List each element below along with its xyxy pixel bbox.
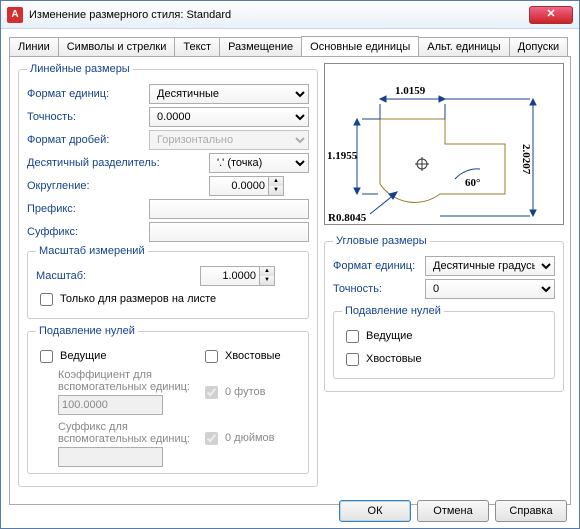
- cancel-button[interactable]: Отмена: [417, 500, 489, 522]
- spin-up-icon[interactable]: ▲: [269, 177, 283, 186]
- select-fraction-format: Горизонтально: [149, 130, 309, 150]
- label-ang-trailing: Хвостовые: [366, 353, 422, 365]
- tab-bar: Линии Символы и стрелки Текст Размещение…: [9, 37, 571, 56]
- input-suffix[interactable]: [149, 222, 309, 242]
- tab-text[interactable]: Текст: [174, 37, 220, 56]
- group-zero-suppress: Подавление нулей Ведущие Коэффициент для…: [27, 325, 309, 474]
- tab-tolerances[interactable]: Допуски: [509, 37, 568, 56]
- input-prefix[interactable]: [149, 199, 309, 219]
- checkbox-inches: [205, 432, 218, 445]
- tab-lines[interactable]: Линии: [9, 37, 59, 56]
- select-ang-format[interactable]: Десятичные градусы: [425, 256, 555, 276]
- checkbox-leading[interactable]: [40, 350, 53, 363]
- select-unit-format[interactable]: Десятичные: [149, 84, 309, 104]
- legend-scale: Масштаб измерений: [36, 245, 148, 257]
- label-precision: Точность:: [27, 111, 149, 123]
- label-decsep: Десятичный разделитель:: [27, 157, 209, 169]
- input-round[interactable]: [209, 176, 269, 196]
- select-precision[interactable]: 0.0000: [149, 107, 309, 127]
- tab-content: Линейные размеры Формат единиц: Десятичн…: [9, 56, 571, 505]
- label-ang-format: Формат единиц:: [333, 260, 425, 272]
- preview-dim-4: 60°: [465, 177, 480, 189]
- checkbox-layout-only[interactable]: [40, 293, 53, 306]
- input-subunit-suffix: [58, 447, 163, 467]
- label-leading: Ведущие: [60, 350, 106, 362]
- group-ang-zeros: Подавление нулей Ведущие Хвостовые: [333, 305, 555, 379]
- close-button[interactable]: ✕: [529, 6, 573, 24]
- label-subunit-coef: Коэффициент для вспомогательных единиц:: [58, 369, 191, 393]
- titlebar: A Изменение размерного стиля: Standard ✕: [1, 1, 579, 29]
- input-scale[interactable]: [200, 266, 260, 286]
- label-layout-only: Только для размеров на листе: [60, 293, 216, 305]
- label-round: Округление:: [27, 180, 209, 192]
- label-scale: Масштаб:: [36, 270, 200, 282]
- legend-angular: Угловые размеры: [333, 235, 430, 247]
- checkbox-feet: [205, 386, 218, 399]
- checkbox-ang-trailing[interactable]: [346, 353, 359, 366]
- label-frac: Формат дробей:: [27, 134, 149, 146]
- legend-linear: Линейные размеры: [27, 63, 133, 75]
- dialog-window: A Изменение размерного стиля: Standard ✕…: [0, 0, 580, 529]
- label-suffix: Суффикс:: [27, 226, 149, 238]
- ok-button[interactable]: ОК: [339, 500, 411, 522]
- window-title: Изменение размерного стиля: Standard: [29, 9, 529, 21]
- preview-dim-3: 2.0207: [520, 144, 532, 175]
- dimension-preview: 1.0159 1.1955 2.0207 60° R0.8045: [324, 63, 564, 225]
- group-scale: Масштаб измерений Масштаб: ▲▼ Только для…: [27, 245, 309, 319]
- checkbox-ang-leading[interactable]: [346, 330, 359, 343]
- preview-dim-1: 1.0159: [395, 85, 426, 97]
- spin-up-icon[interactable]: ▲: [260, 267, 274, 276]
- label-ang-leading: Ведущие: [366, 330, 412, 342]
- label-prefix: Префикс:: [27, 203, 149, 215]
- group-angular: Угловые размеры Формат единиц: Десятичны…: [324, 235, 564, 392]
- preview-dim-5: R0.8045: [328, 212, 367, 224]
- legend-ang-zeros: Подавление нулей: [342, 305, 444, 317]
- label-ang-precision: Точность:: [333, 283, 425, 295]
- label-subunit-suffix: Суффикс для вспомогательных единиц:: [58, 421, 191, 445]
- app-icon: A: [7, 7, 23, 23]
- label-format: Формат единиц:: [27, 88, 149, 100]
- preview-dim-2: 1.1955: [327, 150, 358, 162]
- preview-svg: 1.0159 1.1955 2.0207 60° R0.8045: [325, 64, 563, 224]
- help-button[interactable]: Справка: [495, 500, 567, 522]
- tab-symbols[interactable]: Символы и стрелки: [58, 37, 176, 56]
- tab-alt-units[interactable]: Альт. единицы: [418, 37, 509, 56]
- input-subunit-coef: [58, 395, 163, 415]
- spinner-scale[interactable]: ▲▼: [200, 266, 275, 286]
- legend-zeros: Подавление нулей: [36, 325, 138, 337]
- dialog-footer: ОК Отмена Справка: [339, 500, 567, 522]
- select-ang-precision[interactable]: 0: [425, 279, 555, 299]
- spinner-round[interactable]: ▲▼: [209, 176, 284, 196]
- select-decimal-separator[interactable]: '.' (точка): [209, 153, 309, 173]
- label-inches: 0 дюймов: [225, 432, 275, 444]
- spin-down-icon[interactable]: ▼: [260, 276, 274, 285]
- spin-down-icon[interactable]: ▼: [269, 186, 283, 195]
- label-feet: 0 футов: [225, 386, 265, 398]
- checkbox-trailing[interactable]: [205, 350, 218, 363]
- tab-placement[interactable]: Размещение: [219, 37, 302, 56]
- group-linear: Линейные размеры Формат единиц: Десятичн…: [18, 63, 318, 487]
- label-trailing: Хвостовые: [225, 350, 281, 362]
- tab-primary-units[interactable]: Основные единицы: [301, 36, 419, 56]
